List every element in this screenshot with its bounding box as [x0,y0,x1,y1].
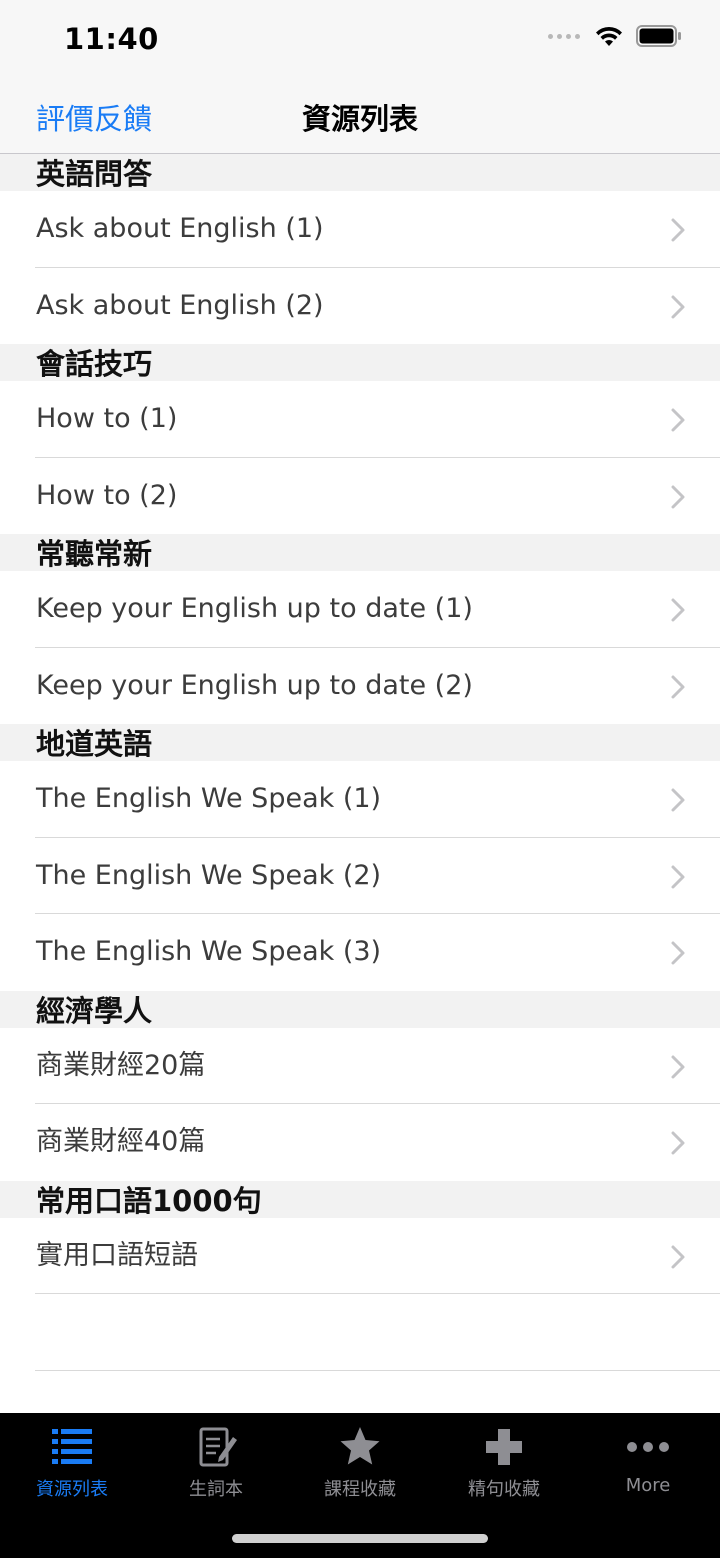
chevron-right-icon [670,484,686,510]
status-bar: 11:40 [0,0,720,78]
list-item-label: Ask about English (1) [36,213,324,244]
cellular-signal-icon [548,33,580,39]
list-item-label: Keep your English up to date (2) [36,669,473,701]
list-item[interactable]: The English We Speak (3) [0,914,720,991]
home-indicator [232,1534,488,1543]
list-item[interactable]: How to (1) [0,381,720,458]
chevron-right-icon [670,294,686,320]
plus-icon [486,1429,522,1465]
section-header: 地道英語 [0,724,720,761]
battery-icon [636,25,681,47]
tab-resource-list[interactable]: 資源列表 [0,1413,144,1513]
list-item-label: The English We Speak (1) [36,783,382,814]
list-item-label: How to (2) [36,479,178,511]
list-item[interactable]: The English We Speak (2) [0,837,720,914]
chevron-right-icon [670,407,686,433]
status-time: 11:40 [64,22,159,56]
resource-list: 英語問答 Ask about English (1) Ask about Engli… [0,154,720,1371]
list-item-label: The English We Speak (3) [36,936,382,967]
list-item[interactable]: The English We Speak (1) [0,761,720,838]
list-item[interactable]: Ask about English (1) [0,191,720,268]
list-item[interactable]: 商業財經20篇 [0,1027,720,1104]
list-item-label: Keep your English up to date (1) [36,593,473,624]
chevron-right-icon [670,864,686,890]
list-item-label: The English We Speak (2) [36,859,382,891]
section-header: 常用口語1000句 [0,1180,720,1218]
chevron-right-icon [670,1130,686,1156]
tab-label: 課程收藏 [324,1479,396,1500]
list-item[interactable]: 實用口語短語 [0,1217,720,1294]
chevron-right-icon [670,1244,686,1270]
row-separator [35,1369,720,1371]
chevron-right-icon [670,787,686,813]
list-item-label: How to (1) [36,403,178,434]
tab-label: 資源列表 [36,1479,108,1500]
more-dots-icon [627,1442,669,1452]
notebook-edit-icon [199,1427,237,1467]
navigation-bar: 資源列表 評價反饋 [0,78,720,154]
section-header: 英語問答 [0,154,720,191]
status-icons [548,24,682,48]
list-item-label: 商業財經40篇 [36,1126,206,1157]
tab-course-favorites[interactable]: 課程收藏 [288,1413,432,1513]
empty-row [0,1294,720,1371]
list-item[interactable]: Keep your English up to date (2) [0,647,720,724]
tab-label: 精句收藏 [468,1479,540,1500]
tab-more[interactable]: More [576,1413,720,1513]
list-item[interactable]: Ask about English (2) [0,267,720,344]
section-header: 會話技巧 [0,344,720,381]
section-header: 經濟學人 [0,990,720,1028]
chevron-right-icon [670,940,686,966]
feedback-button[interactable]: 評價反饋 [36,96,152,138]
tab-sentence-favorites[interactable]: 精句收藏 [432,1413,576,1513]
star-icon [340,1427,380,1465]
section-header: 常聽常新 [0,534,720,571]
list-item[interactable]: How to (2) [0,457,720,534]
chevron-right-icon [670,217,686,243]
list-item[interactable]: Keep your English up to date (1) [0,571,720,648]
list-item[interactable]: 商業財經40篇 [0,1104,720,1181]
tab-label: 生詞本 [189,1479,243,1500]
list-item-label: 實用口語短語 [36,1239,198,1271]
wifi-icon [596,26,622,46]
tab-vocabulary[interactable]: 生詞本 [144,1413,288,1513]
list-item-label: Ask about English (2) [36,289,324,321]
list-item-label: 商業財經20篇 [36,1049,206,1081]
chevron-right-icon [670,597,686,623]
chevron-right-icon [670,674,686,700]
chevron-right-icon [670,1054,686,1080]
list-icon [52,1429,92,1464]
tab-label: More [625,1475,671,1496]
